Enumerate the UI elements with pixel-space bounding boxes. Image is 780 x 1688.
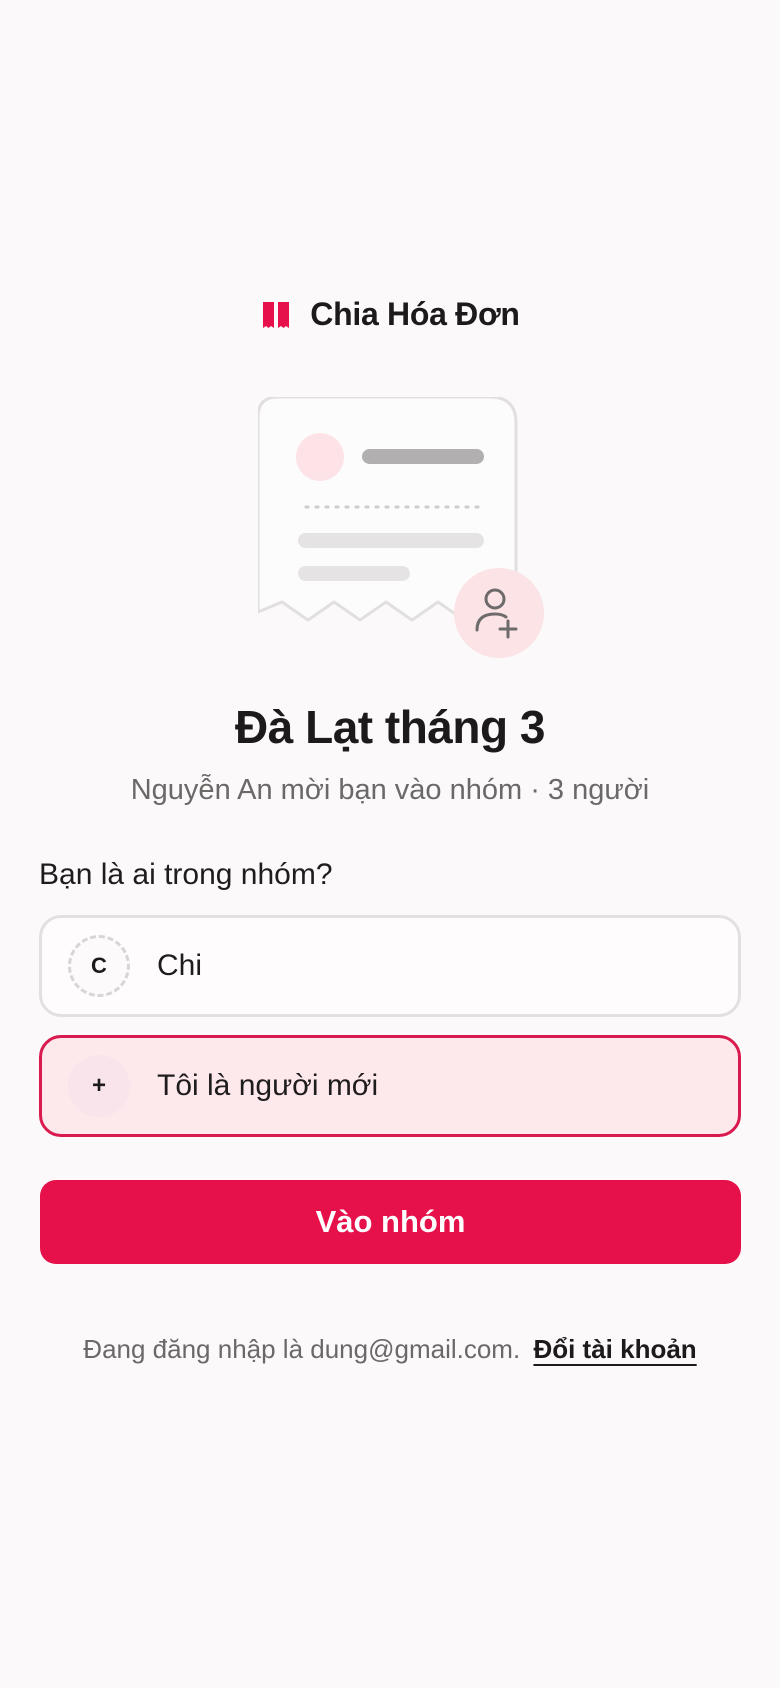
join-group-button[interactable]: Vào nhóm bbox=[40, 1180, 741, 1264]
join-group-screen: Chia Hóa Đơn Đà Lạt tháng 3 Nguyễn An mờ… bbox=[0, 0, 780, 1688]
app-name: Chia Hóa Đơn bbox=[310, 296, 520, 332]
avatar: C bbox=[68, 935, 130, 997]
switch-account-link[interactable]: Đổi tài khoản bbox=[533, 1334, 696, 1364]
plus-icon: + bbox=[68, 1055, 130, 1117]
member-option-label: Chi bbox=[157, 949, 203, 982]
member-option-label: Tôi là người mới bbox=[157, 1069, 379, 1102]
group-title: Đà Lạt tháng 3 bbox=[235, 701, 545, 753]
member-option-new[interactable]: + Tôi là người mới bbox=[39, 1035, 741, 1137]
member-option-chi[interactable]: C Chi bbox=[39, 915, 741, 1017]
member-question: Bạn là ai trong nhóm? bbox=[39, 858, 333, 891]
signed-in-text: Đang đăng nhập là dung@gmail.com. bbox=[83, 1334, 521, 1364]
receipt-icon bbox=[263, 301, 290, 328]
group-subtitle: Nguyễn An mời bạn vào nhóm · 3 người bbox=[130, 774, 650, 806]
invite-receipt-illustration bbox=[258, 397, 544, 658]
brand-header: Chia Hóa Đơn bbox=[0, 296, 780, 333]
signed-in-footer: Đang đăng nhập là dung@gmail.com. Đổi tà… bbox=[0, 1334, 780, 1365]
